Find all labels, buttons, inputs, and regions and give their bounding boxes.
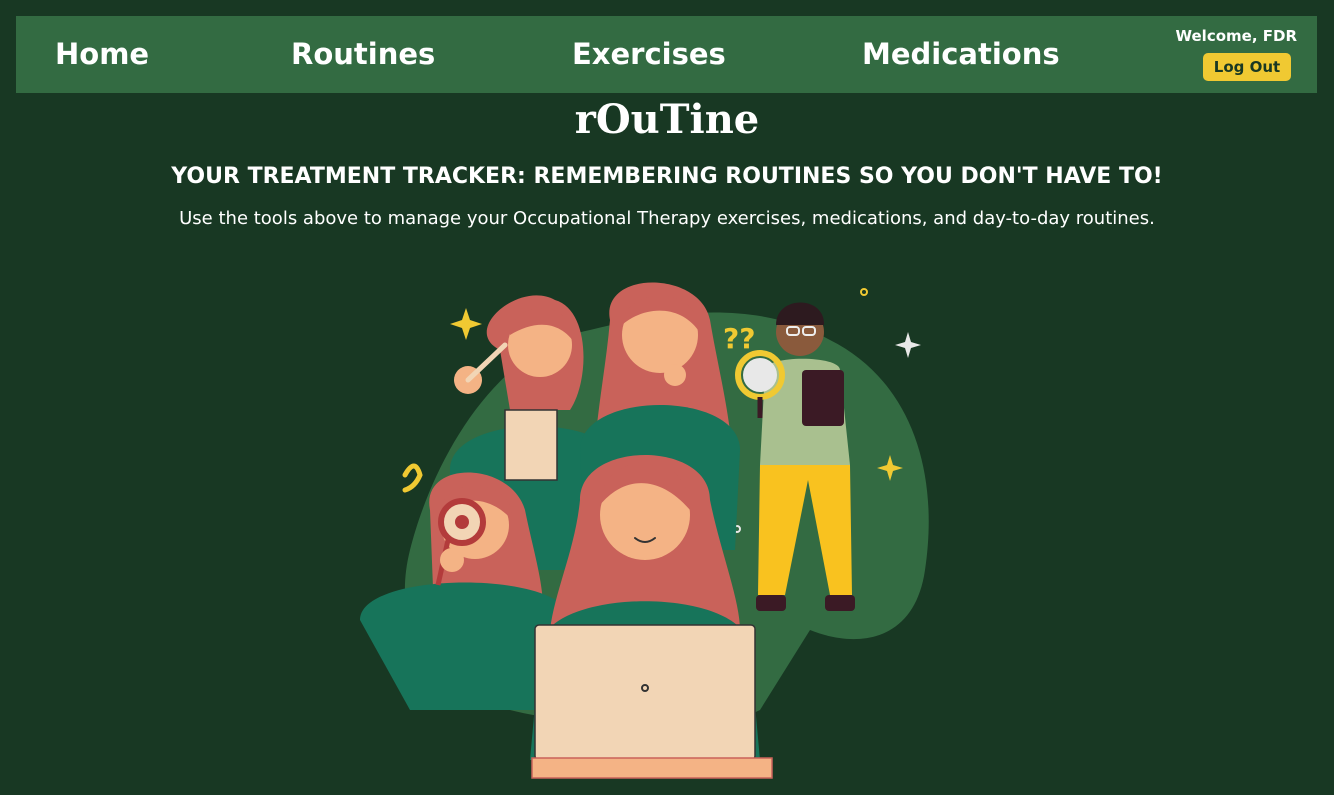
people-researching-illustration: ?? bbox=[360, 282, 929, 779]
user-area: Welcome, FDR Log Out bbox=[1157, 27, 1297, 81]
app-logo: rOuTine bbox=[574, 96, 760, 143]
nav-home-link[interactable]: Home bbox=[55, 16, 149, 93]
svg-text:??: ?? bbox=[723, 322, 755, 355]
page-description: Use the tools above to manage your Occup… bbox=[179, 208, 1155, 229]
logout-button[interactable]: Log Out bbox=[1202, 53, 1292, 81]
welcome-message: Welcome, FDR bbox=[1175, 27, 1298, 45]
nav-exercises-link[interactable]: Exercises bbox=[572, 16, 726, 93]
top-navbar: Home Routines Exercises Medications Welc… bbox=[16, 16, 1317, 93]
nav-routines-link[interactable]: Routines bbox=[291, 16, 435, 93]
nav-medications-link[interactable]: Medications bbox=[862, 16, 1060, 93]
page-tagline: YOUR TREATMENT TRACKER: REMEMBERING ROUT… bbox=[171, 164, 1163, 189]
